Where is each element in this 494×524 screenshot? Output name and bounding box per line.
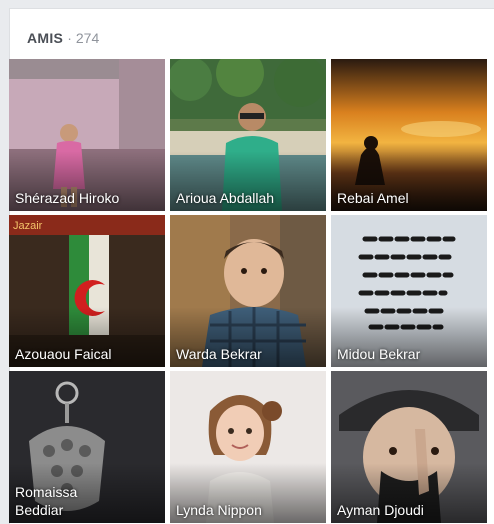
friend-name[interactable]: Warda Bekrar xyxy=(176,345,322,363)
friends-count: 274 xyxy=(75,30,100,46)
friend-tile-warda-bekrar[interactable]: Warda Bekrar xyxy=(170,215,326,367)
friend-name[interactable]: Midou Bekrar xyxy=(337,345,483,363)
friend-tile-rebai-amel[interactable]: Rebai Amel xyxy=(331,59,487,211)
friend-tile-arioua-abdallah[interactable]: Arioua Abdallah xyxy=(170,59,326,211)
friends-title[interactable]: AMIS xyxy=(27,30,63,46)
friend-name[interactable]: Rebai Amel xyxy=(337,189,483,207)
friend-tile-romaissa-beddiar[interactable]: Romaissa Beddiar xyxy=(9,371,165,523)
friend-name[interactable]: Azouaou Faical xyxy=(15,345,161,363)
friend-tile-azouaou-faical[interactable]: Jazair Azouaou Faical xyxy=(9,215,165,367)
friend-tile-lynda-nippon[interactable]: Lynda Nippon xyxy=(170,371,326,523)
friend-tile-sherazad-hiroko[interactable]: Shérazad Hiroko xyxy=(9,59,165,211)
flag-banner-text: Jazair xyxy=(13,220,43,232)
friend-name[interactable]: Romaissa Beddiar xyxy=(15,483,115,519)
friend-name[interactable]: Lynda Nippon xyxy=(176,501,322,519)
count-separator: · xyxy=(67,30,72,46)
friend-tile-ayman-djoudi[interactable]: Ayman Djoudi xyxy=(331,371,487,523)
friend-name[interactable]: Ayman Djoudi xyxy=(337,501,483,519)
friend-name[interactable]: Shérazad Hiroko xyxy=(15,189,161,207)
friend-tile-midou-bekrar[interactable]: Midou Bekrar xyxy=(331,215,487,367)
friend-name[interactable]: Arioua Abdallah xyxy=(176,189,322,207)
friends-header: AMIS · 274 xyxy=(10,9,494,63)
